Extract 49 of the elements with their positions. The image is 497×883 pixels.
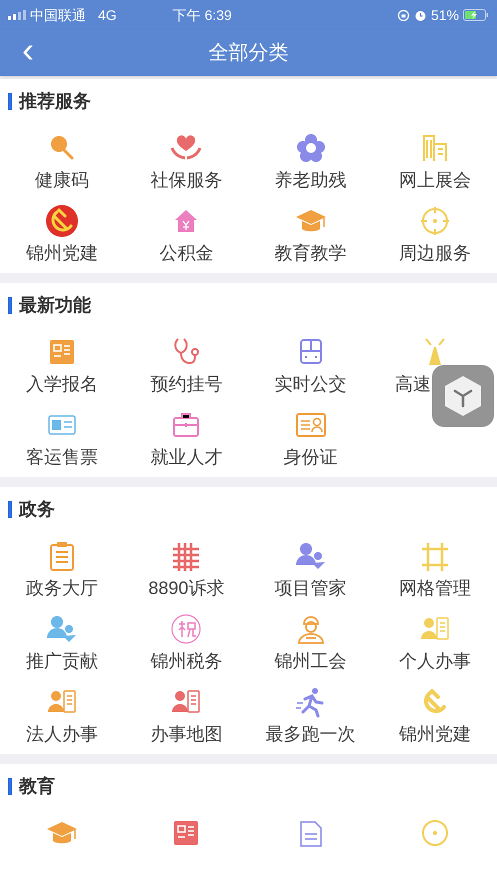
- category-label[interactable]: 项目管家: [274, 575, 347, 602]
- alarm-icon: [414, 8, 427, 22]
- category-label[interactable]: 社保服务: [150, 167, 222, 194]
- category-label[interactable]: 锦州税务: [150, 648, 222, 675]
- category-label[interactable]: 公积金: [159, 240, 214, 267]
- signal-icon: [8, 10, 26, 20]
- category-label[interactable]: 8890诉求: [148, 575, 224, 602]
- back-button[interactable]: ‹: [14, 34, 42, 66]
- carrier: 中国联通: [30, 6, 86, 24]
- party-emblem-icon: [45, 204, 80, 238]
- page-title: 全部分类: [208, 41, 288, 66]
- section-title: 教育: [19, 774, 55, 798]
- category-label[interactable]: 政务大厅: [26, 575, 98, 602]
- section-title: 政务: [19, 498, 55, 520]
- section-marker: [8, 296, 12, 314]
- section-marker: [8, 778, 12, 794]
- category-label[interactable]: 预约挂号: [150, 371, 222, 398]
- battery-percent: 51%: [430, 6, 459, 24]
- category-label[interactable]: 推广贡献: [26, 648, 98, 675]
- category-label[interactable]: 就业人才: [150, 444, 222, 471]
- category-label[interactable]: 教育教学: [274, 240, 347, 267]
- category-label[interactable]: 健康码: [35, 167, 90, 194]
- category-label[interactable]: 网格管理: [398, 575, 471, 602]
- category-label[interactable]: 办事地图: [150, 721, 222, 748]
- cube-icon: [443, 375, 483, 417]
- section-marker: [8, 500, 12, 518]
- category-label[interactable]: 锦州工会: [274, 648, 347, 675]
- section-title: 最新功能: [19, 294, 91, 316]
- category-label[interactable]: 法人办事: [26, 721, 98, 748]
- network-type: 4G: [98, 6, 117, 24]
- category-label[interactable]: 周边服务: [398, 240, 471, 267]
- category-label[interactable]: 高速: [394, 371, 431, 398]
- floating-assistive-menu[interactable]: [432, 365, 494, 427]
- section-marker: [8, 92, 12, 110]
- battery-icon: [463, 9, 489, 21]
- category-label[interactable]: 客运售票: [26, 444, 98, 471]
- category-label[interactable]: 入学报名: [26, 371, 98, 398]
- tax-seal-icon: [169, 612, 204, 646]
- category-label[interactable]: 最多跑一次: [266, 721, 356, 748]
- category-label[interactable]: 养老助残: [274, 167, 347, 194]
- clock: 下午 6:39: [172, 6, 233, 24]
- category-label[interactable]: 实时公交: [274, 371, 347, 398]
- category-label[interactable]: 锦州党建: [398, 721, 471, 748]
- rotation-lock-icon: [396, 8, 410, 22]
- category-label[interactable]: 身份证: [284, 444, 338, 471]
- section-title: 推荐服务: [19, 90, 91, 112]
- category-label[interactable]: 个人办事: [398, 648, 471, 675]
- category-label[interactable]: 网上展会: [398, 167, 471, 194]
- category-label[interactable]: 锦州党建: [26, 240, 98, 267]
